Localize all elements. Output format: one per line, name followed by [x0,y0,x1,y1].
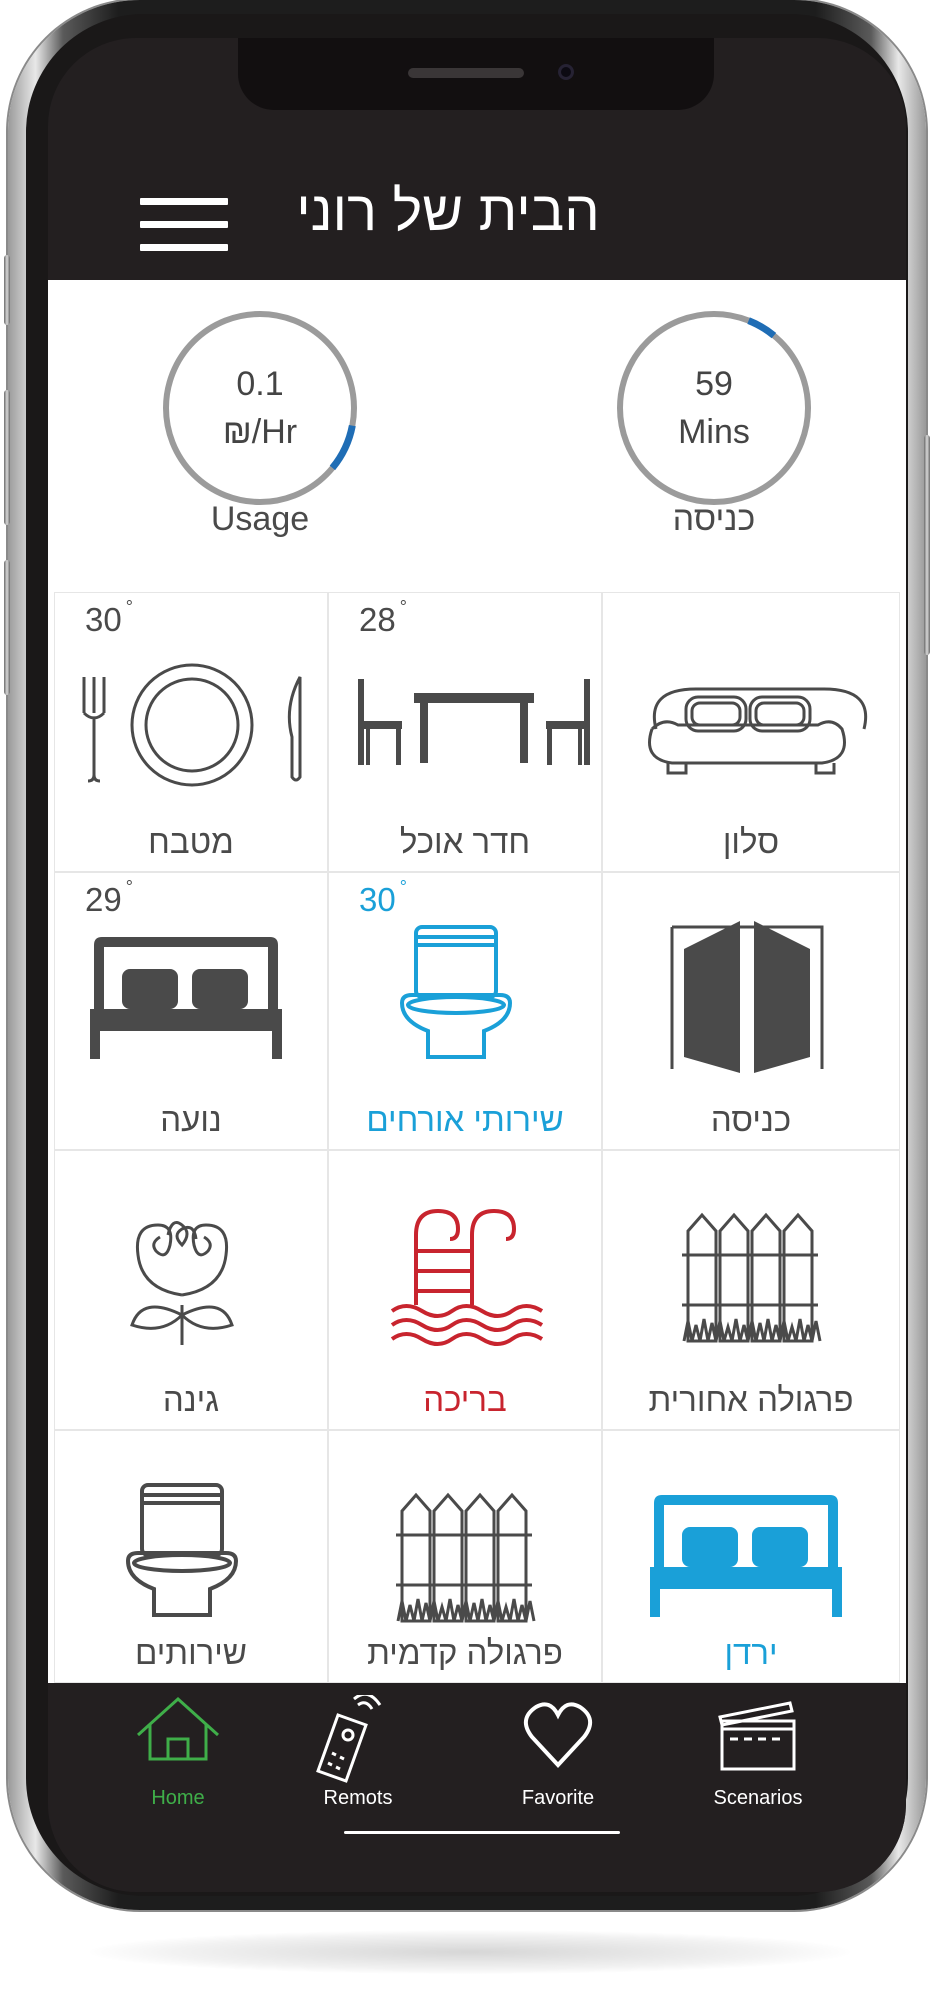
room-tile-6[interactable]: גינה [54,1150,328,1430]
room-tile-4[interactable]: 30 ° שירותי אורחים [328,872,602,1150]
nav-label: Remots [323,1787,393,1809]
room-tile-2[interactable]: סלון [602,592,900,872]
room-tile-11[interactable]: ירדן [602,1430,900,1683]
usage-unit: ₪/Hr [222,413,298,451]
phone-shadow [90,1930,850,1974]
entrance-minutes-value: 59 [695,365,733,403]
nav-label: Home [151,1787,205,1809]
home-icon [128,1695,228,1788]
room-tile-1[interactable]: 28 ° חדר אוכל [328,592,602,872]
nav-home[interactable]: Home [78,1695,278,1815]
notch [238,38,714,110]
room-label: נועה [160,1101,222,1138]
usage-gauge[interactable]: 0.1 ₪/Hr [160,308,360,508]
nav-favorite[interactable]: Favorite [458,1695,658,1815]
room-tile-5[interactable]: כניסה [602,872,900,1150]
remote-icon [308,1692,408,1788]
room-label: סלון [722,823,780,860]
room-temperature: 29 ° [85,877,133,918]
gauges-section: 0.1 ₪/Hr Usage 59 Mins כניסה [48,280,906,592]
main-content: 0.1 ₪/Hr Usage 59 Mins כניסה 30 ° מטבח 2… [48,280,906,1683]
room-label: פרגולה קדמית [367,1634,563,1671]
page-title: הבית של רוני [296,179,600,242]
nav-label: Favorite [521,1787,595,1809]
room-tile-7[interactable]: בריכה [328,1150,602,1430]
room-label: פרגולה אחורית [648,1381,854,1418]
room-tile-9[interactable]: שירותים [54,1430,328,1683]
nav-scenarios[interactable]: Scenarios [658,1695,858,1815]
usage-value: 0.1 [236,365,284,403]
entrance-minutes-unit: Mins [678,413,750,451]
nav-label: Scenarios [713,1787,803,1809]
room-tile-10[interactable]: פרגולה קדמית [328,1430,602,1683]
room-label: בריכה [423,1381,507,1418]
room-label: שירותים [135,1634,247,1671]
room-temperature: 30 ° [359,877,407,918]
power-button [924,435,930,655]
room-temperature: 28 ° [359,597,407,638]
entrance-timer-gauge[interactable]: 59 Mins [614,308,814,508]
bottom-nav: Home Remots Favorite Scenarios [48,1683,906,1892]
usage-label: Usage [210,500,310,538]
room-label: שירותי אורחים [366,1101,564,1138]
rooms-grid: 30 ° מטבח 28 ° חדר אוכל סלון 29 ° נועה 30 ° שירו… [48,592,906,1683]
speaker-grille [408,68,524,78]
nav-remots[interactable]: Remots [258,1692,458,1815]
room-tile-0[interactable]: 30 ° מטבח [54,592,328,872]
room-label: ירדן [724,1634,778,1671]
hamburger-icon[interactable] [140,198,228,252]
home-indicator [344,1831,620,1834]
heart-icon [508,1695,608,1788]
clapperboard-icon [708,1695,808,1788]
room-label: מטבח [148,823,234,860]
room-label: גינה [162,1381,220,1418]
side-button [4,255,10,325]
room-tile-8[interactable]: פרגולה אחורית [602,1150,900,1430]
volume-up-button [4,390,10,525]
app-screen: הבית של רוני 0.1 ₪/Hr Usage 59 Mins כניס… [48,38,906,1892]
room-temperature: 30 ° [85,597,133,638]
room-label: כניסה [710,1101,792,1138]
front-camera [558,64,574,80]
room-tile-3[interactable]: 29 ° נועה [54,872,328,1150]
app-header: הבית של רוני [48,110,906,280]
entrance-gauge-label: כניסה [672,500,756,538]
volume-down-button [4,560,10,695]
room-label: חדר אוכל [399,823,531,860]
